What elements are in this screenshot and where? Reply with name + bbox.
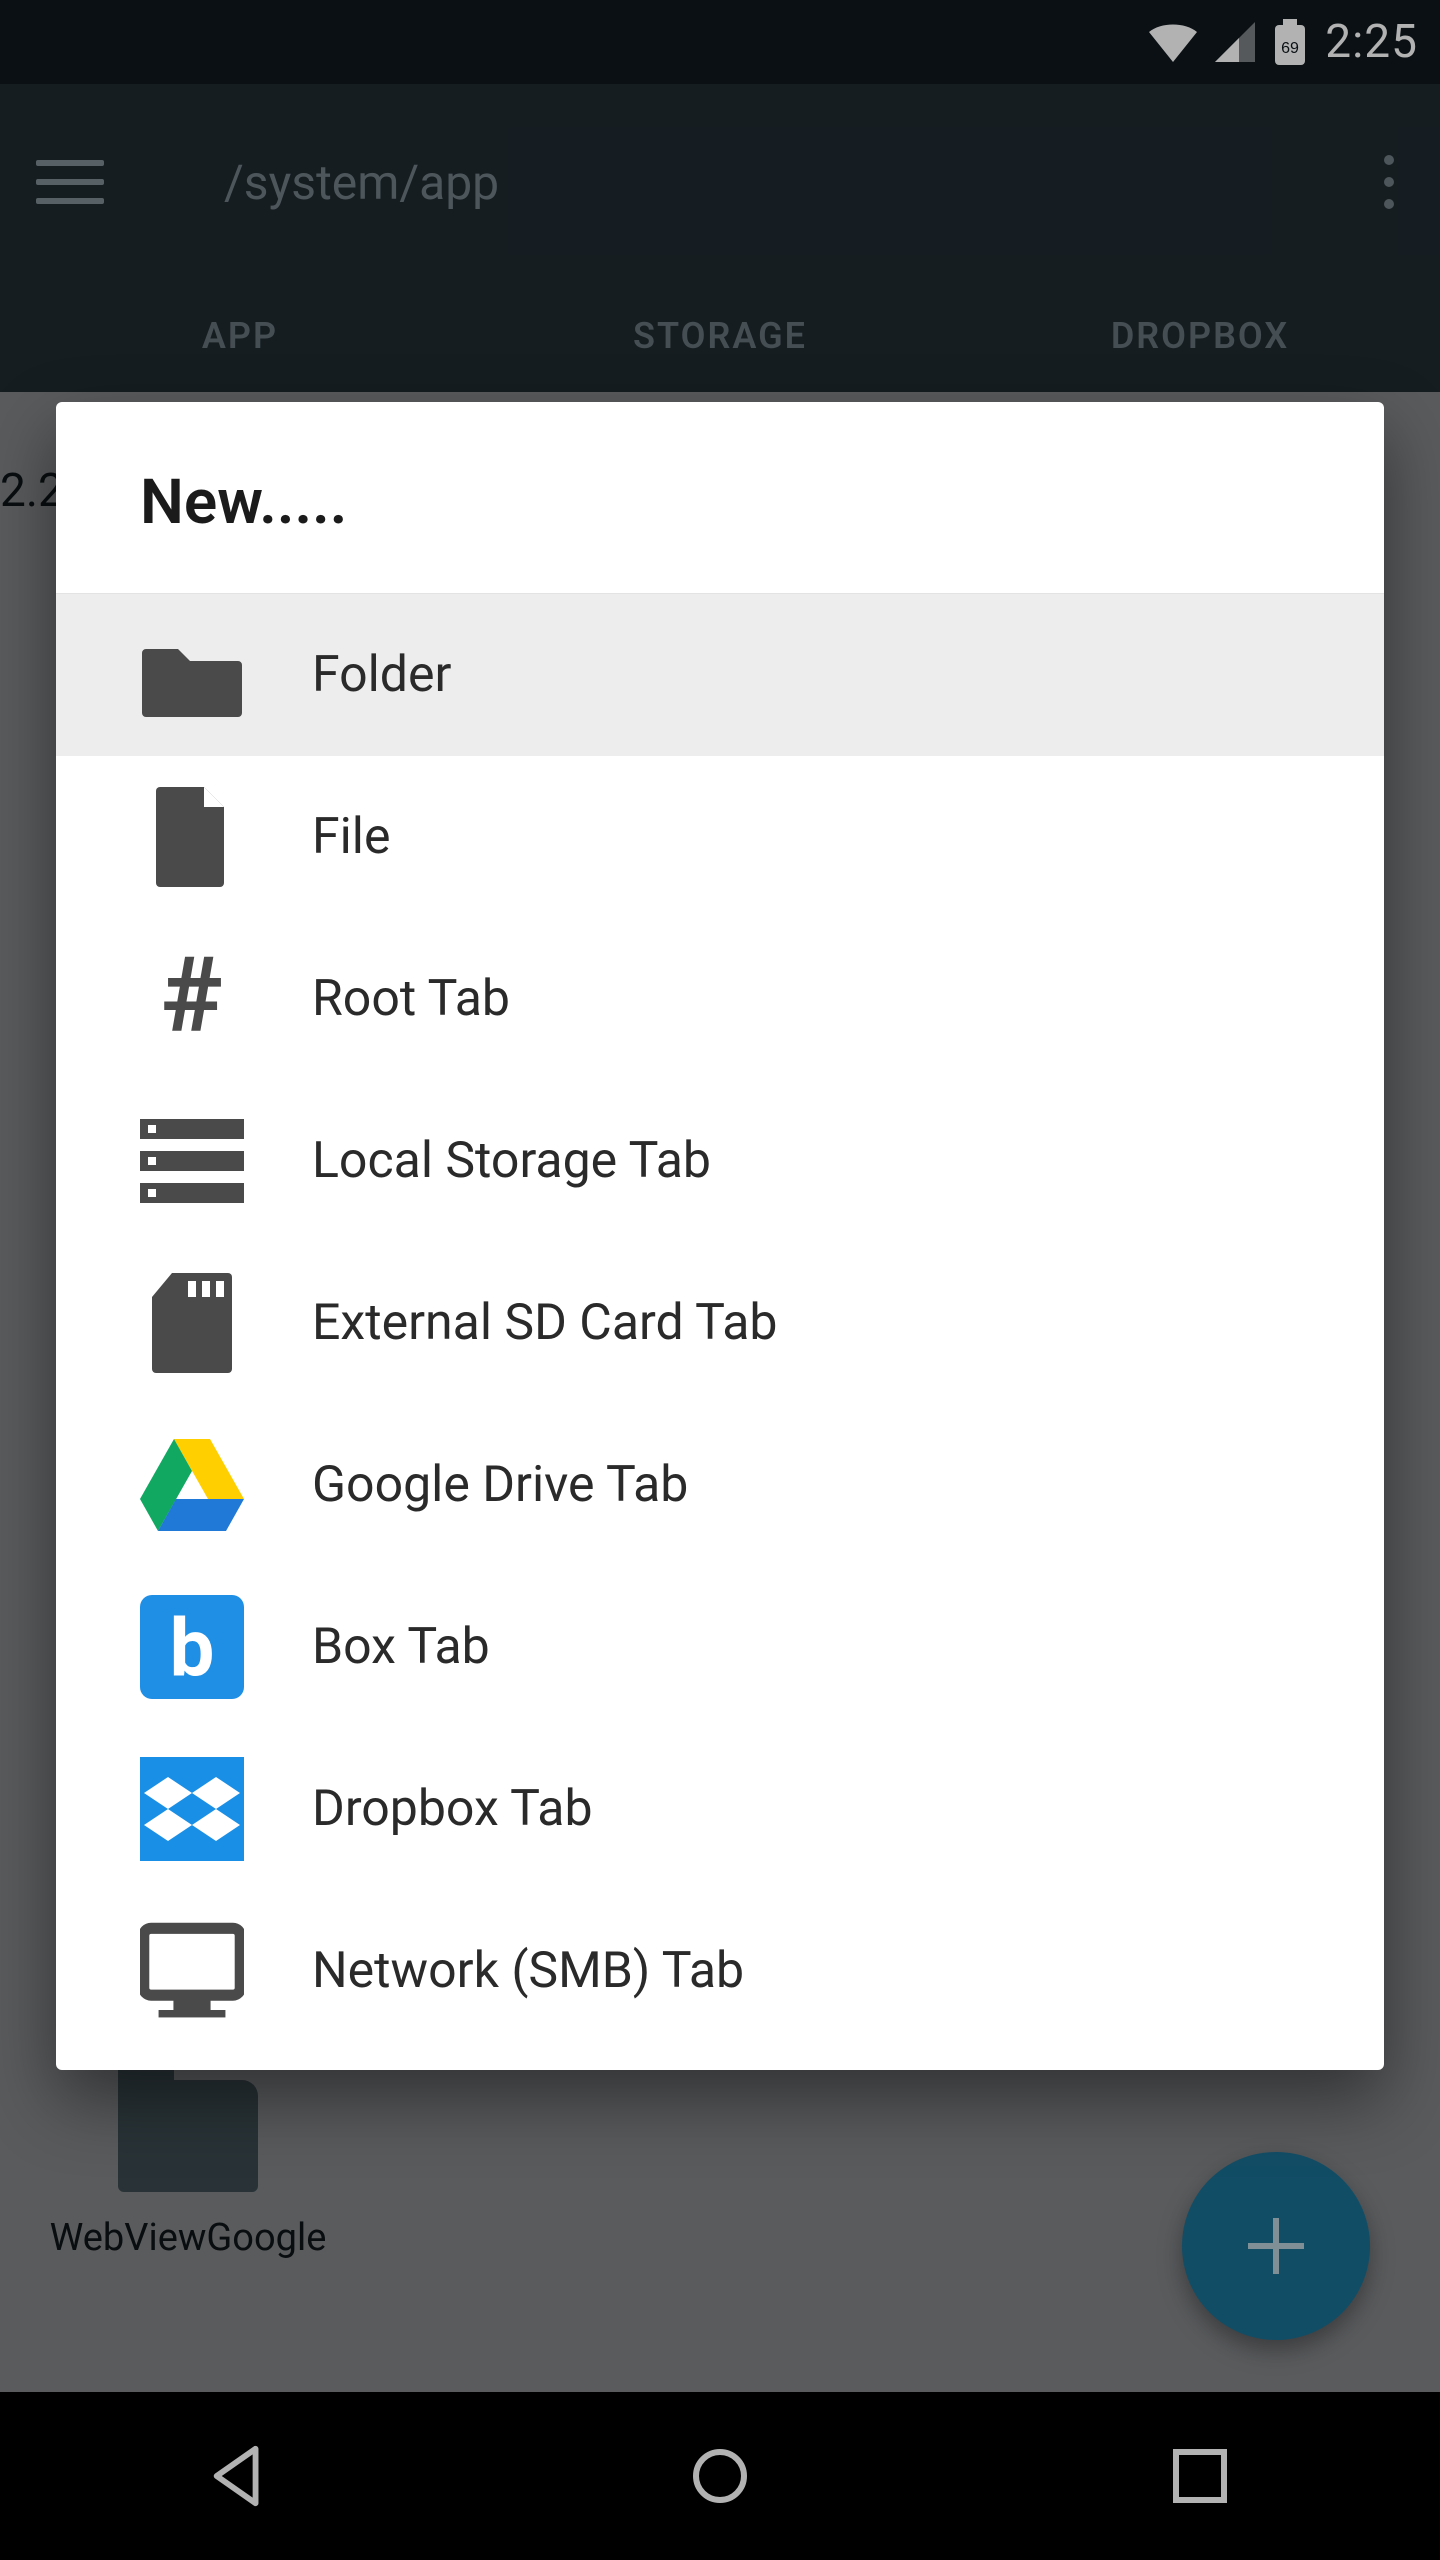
box-icon: b <box>140 1595 244 1699</box>
dialog-item-network-smb-tab[interactable]: Network (SMB) Tab <box>56 1890 1384 2052</box>
gdrive-icon <box>140 1433 244 1537</box>
dialog-item-external-sd-card-tab[interactable]: External SD Card Tab <box>56 1242 1384 1404</box>
dialog-item-label: Local Storage Tab <box>312 1132 711 1190</box>
storage-icon <box>140 1109 244 1213</box>
dialog-item-label: Google Drive Tab <box>312 1456 688 1514</box>
dialog-item-box-tab[interactable]: b Box Tab <box>56 1566 1384 1728</box>
sd-card-icon <box>140 1271 244 1375</box>
dialog-item-label: Dropbox Tab <box>312 1780 593 1838</box>
folder-icon <box>140 623 244 727</box>
dropbox-icon <box>140 1757 244 1861</box>
dialog-item-label: External SD Card Tab <box>312 1294 778 1352</box>
dialog-item-label: Folder <box>312 646 451 704</box>
svg-text:#: # <box>161 951 223 1047</box>
dialog-title: New..... <box>56 402 1384 594</box>
dialog-item-root-tab[interactable]: # Root Tab <box>56 918 1384 1080</box>
file-icon <box>140 785 244 889</box>
dialog-item-google-drive-tab[interactable]: Google Drive Tab <box>56 1404 1384 1566</box>
monitor-icon <box>140 1919 244 2023</box>
dialog-item-file[interactable]: File <box>56 756 1384 918</box>
svg-text:b: b <box>170 1601 215 1695</box>
dialog-item-label: Network (SMB) Tab <box>312 1942 744 2000</box>
dialog-item-dropbox-tab[interactable]: Dropbox Tab <box>56 1728 1384 1890</box>
dialog-item-label: File <box>312 808 390 866</box>
dialog-item-label: Box Tab <box>312 1618 490 1676</box>
dialog-item-local-storage-tab[interactable]: Local Storage Tab <box>56 1080 1384 1242</box>
dialog-item-folder[interactable]: Folder <box>56 594 1384 756</box>
dialog-item-label: Root Tab <box>312 970 510 1028</box>
new-dialog: New..... Folder File # Root Tab Local St… <box>56 402 1384 2070</box>
hash-icon: # <box>140 947 244 1051</box>
